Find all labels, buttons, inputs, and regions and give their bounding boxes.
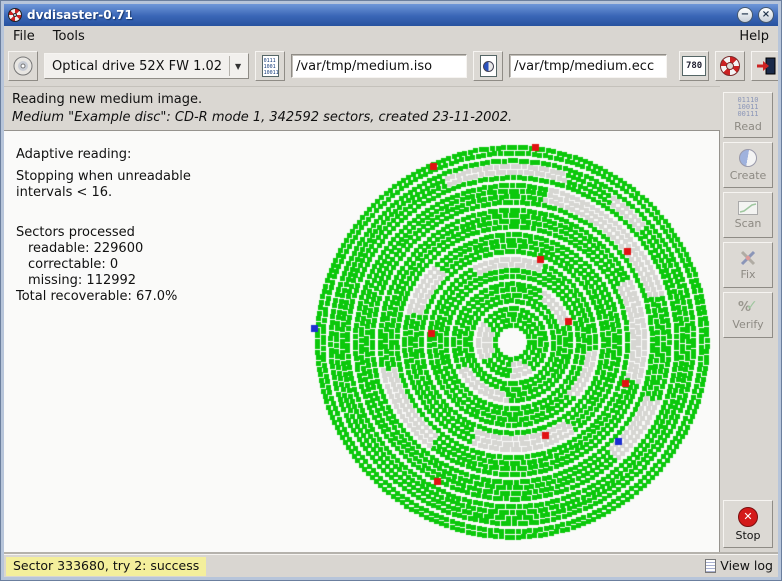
read-button[interactable]: 01110 10011 00111 Read [723, 92, 773, 138]
ecc-path-input[interactable] [509, 54, 668, 78]
preferences-button[interactable]: 780 [679, 51, 710, 81]
fix-icon [740, 250, 756, 265]
scan-button[interactable]: Scan [723, 192, 773, 238]
create-button[interactable]: Create [723, 142, 773, 188]
stop-icon: ✕ [738, 506, 758, 527]
create-icon [739, 148, 757, 167]
status-header: Reading new medium image. Medium "Exampl… [4, 86, 720, 130]
iso-path-input[interactable] [291, 54, 468, 78]
ecc-file-icon [479, 55, 497, 77]
image-file-button[interactable]: 0111 1001 10011 [255, 51, 286, 81]
close-button[interactable]: × [758, 7, 774, 23]
fix-button[interactable]: Fix [723, 242, 773, 288]
titlebar: dvdisaster-0.71 − × [4, 4, 778, 26]
app-window: dvdisaster-0.71 − × File Tools Help Opti… [0, 0, 782, 581]
main-area: Adaptive reading: Stopping when unreadab… [4, 130, 720, 554]
reading-info-panel: Adaptive reading: Stopping when unreadab… [16, 147, 191, 305]
status-line1: Reading new medium image. [12, 92, 203, 107]
correctable-count: correctable: 0 [28, 257, 119, 272]
menu-file[interactable]: File [4, 28, 44, 45]
medium-info-line: Medium "Example disc": CD-R mode 1, 3425… [12, 110, 513, 125]
view-log-button[interactable]: View log [705, 558, 773, 573]
drive-select-dropdown[interactable]: Optical drive 52X FW 1.02 ▼ [44, 53, 250, 79]
missing-count: missing: 112992 [28, 273, 137, 288]
stopping-line1: Stopping when unreadable [16, 169, 191, 184]
total-recoverable: Total recoverable: 67.0% [16, 289, 178, 304]
ecc-file-button[interactable] [473, 51, 504, 81]
verify-icon: % ✓ [738, 297, 758, 315]
adaptive-reading-title: Adaptive reading: [16, 147, 132, 162]
quit-button[interactable] [751, 51, 778, 81]
help-button[interactable] [715, 51, 746, 81]
drive-button[interactable] [8, 51, 38, 81]
menu-help[interactable]: Help [730, 28, 778, 45]
stop-button[interactable]: ✕ Stop [723, 500, 773, 548]
menu-tools[interactable]: Tools [44, 28, 94, 45]
read-icon: 01110 10011 00111 [737, 96, 759, 118]
chevron-down-icon: ▼ [229, 56, 246, 76]
drive-icon [13, 56, 33, 76]
verify-button[interactable]: % ✓ Verify [723, 292, 773, 338]
sectors-processed-title: Sectors processed [16, 225, 135, 240]
action-sidebar: 01110 10011 00111 Read Create Scan Fix %… [720, 86, 778, 554]
toolbar: Optical drive 52X FW 1.02 ▼ 0111 1001 10… [4, 46, 778, 86]
scan-icon [738, 200, 758, 215]
disc-spiral-visualization [306, 132, 718, 552]
menubar: File Tools Help [4, 26, 778, 46]
quit-icon [757, 57, 776, 75]
stopping-line2: intervals < 16. [16, 185, 113, 200]
readable-count: readable: 229600 [28, 241, 144, 256]
lifebuoy-icon [720, 56, 741, 76]
drive-select-value: Optical drive 52X FW 1.02 [52, 58, 223, 74]
preferences-icon: 780 [682, 56, 707, 76]
view-log-icon [705, 558, 717, 573]
minimize-button[interactable]: − [737, 7, 753, 23]
app-icon [8, 8, 22, 22]
image-file-icon: 0111 1001 10011 [261, 55, 279, 77]
statusbar: Sector 333680, try 2: success View log [4, 554, 778, 577]
window-title: dvdisaster-0.71 [27, 8, 133, 22]
sector-status-message: Sector 333680, try 2: success [6, 557, 207, 576]
